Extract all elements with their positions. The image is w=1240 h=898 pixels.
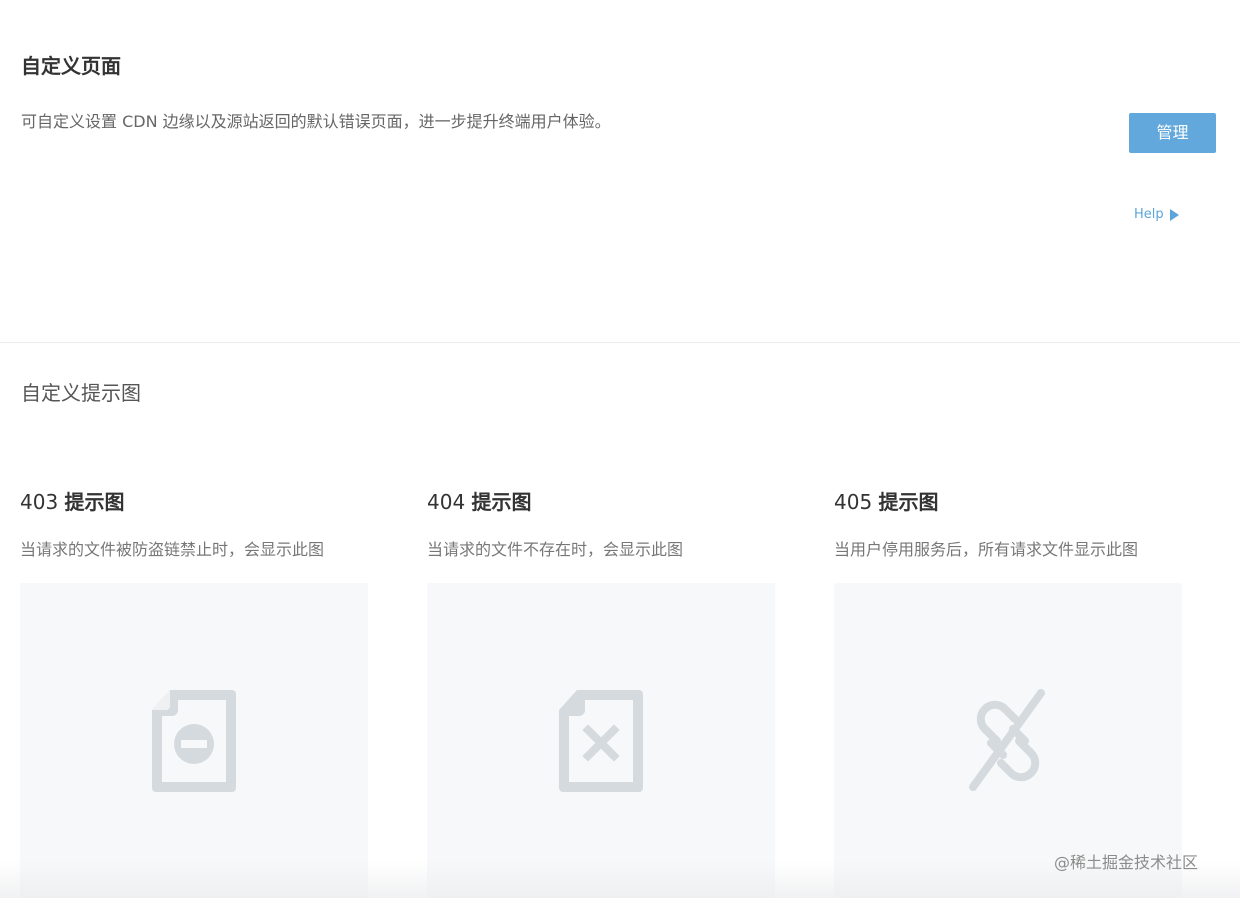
card-title: 403 提示图 (20, 486, 380, 518)
card-code: 403 (20, 490, 59, 514)
card-label: 提示图 (878, 490, 939, 514)
card-title: 404 提示图 (427, 486, 787, 518)
play-arrow-icon (1169, 209, 1179, 221)
help-link[interactable]: Help (1134, 205, 1179, 225)
card-description: 当用户停用服务后，所有请求文件显示此图 (834, 540, 1139, 559)
card-title: 405 提示图 (834, 486, 1194, 518)
file-blocked-icon (152, 689, 236, 792)
help-link-label: Help (1134, 207, 1164, 222)
card-description: 当请求的文件被防盗链禁止时，会显示此图 (20, 540, 325, 559)
card-image-405[interactable] (834, 583, 1182, 898)
page: 自定义页面 可自定义设置 CDN 边缘以及源站返回的默认错误页面，进一步提升终端… (0, 0, 1240, 898)
card-404: 404 提示图 当请求的文件不存在时，会显示此图 (427, 486, 787, 898)
page-title: 自定义页面 (21, 54, 121, 78)
page-description: 可自定义设置 CDN 边缘以及源站返回的默认错误页面，进一步提升终端用户体验。 (21, 112, 611, 131)
broken-link-icon (969, 688, 1045, 791)
card-image-403[interactable] (20, 583, 368, 898)
card-code: 404 (427, 490, 466, 514)
card-403: 403 提示图 当请求的文件被防盗链禁止时，会显示此图 (20, 486, 380, 898)
manage-button[interactable]: 管理 (1129, 113, 1216, 153)
custom-page-section: 自定义页面 可自定义设置 CDN 边缘以及源站返回的默认错误页面，进一步提升终端… (0, 0, 1240, 343)
file-missing-icon (559, 689, 643, 792)
section-title: 自定义提示图 (21, 381, 141, 405)
card-label: 提示图 (64, 490, 125, 514)
watermark: @稀土掘金技术社区 (1054, 853, 1199, 872)
card-label: 提示图 (471, 490, 532, 514)
card-code: 405 (834, 490, 873, 514)
card-405: 405 提示图 当用户停用服务后，所有请求文件显示此图 (834, 486, 1194, 898)
card-image-404[interactable] (427, 583, 775, 898)
card-description: 当请求的文件不存在时，会显示此图 (427, 540, 684, 559)
